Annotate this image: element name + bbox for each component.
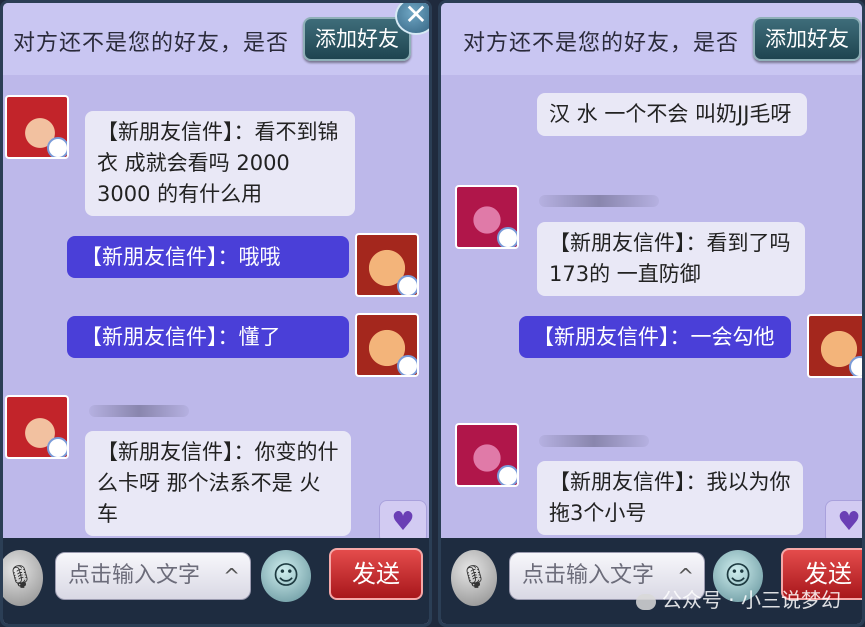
chat-header: 对方还不是您的好友，是否 添加好友 — [441, 3, 862, 75]
incoming-message: 汉 水 一个不会 叫奶JJ毛呀 — [537, 93, 807, 136]
input-placeholder: 点击输入文字 — [68, 563, 201, 588]
watermark: 公众号 · 小三说梦幻 — [635, 584, 841, 613]
avatar-badge-icon — [397, 355, 417, 375]
add-friend-button[interactable]: 添加好友 — [753, 17, 861, 61]
blurred-sender-name — [539, 195, 659, 207]
incoming-message: 【新朋友信件】：看不到锦衣 成就会看吗 2000 3000 的有什么用 — [85, 111, 355, 216]
sender-avatar[interactable] — [455, 185, 519, 249]
avatar-badge-icon — [849, 356, 862, 376]
avatar-badge-icon — [397, 275, 417, 295]
emoji-icon[interactable]: ☺ — [261, 550, 311, 602]
sender-avatar[interactable] — [455, 423, 519, 487]
chevron-up-icon[interactable]: ^ — [223, 553, 240, 599]
microphone-icon[interactable]: 🎙 — [3, 550, 43, 606]
close-icon[interactable]: ✕ — [395, 3, 429, 35]
chat-panel-left: 对方还不是您的好友，是否 添加好友 【新朋友信件】：看不到锦衣 成就会看吗 20… — [0, 0, 432, 627]
blurred-sender-name — [89, 405, 189, 417]
outgoing-message: 【新朋友信件】：哦哦 — [67, 236, 349, 278]
not-friend-notice: 对方还不是您的好友，是否 — [13, 31, 290, 56]
microphone-icon[interactable]: 🎙 — [451, 550, 497, 606]
blurred-sender-name — [539, 435, 649, 447]
watermark-text: 公众号 · 小三说梦幻 — [661, 588, 841, 612]
not-friend-notice: 对方还不是您的好友，是否 — [463, 31, 740, 56]
avatar-badge-icon — [497, 465, 517, 485]
my-avatar[interactable] — [355, 233, 419, 297]
my-avatar[interactable] — [807, 314, 862, 378]
input-bar: 🎙 点击输入文字 ^ ☺ 发送 — [3, 538, 429, 624]
sender-avatar[interactable] — [5, 95, 69, 159]
incoming-message: 【新朋友信件】：看到了吗 173的 一直防御 — [537, 222, 805, 296]
wechat-icon — [635, 593, 656, 610]
my-avatar[interactable] — [355, 313, 419, 377]
input-placeholder: 点击输入文字 — [522, 563, 655, 588]
avatar-badge-icon — [47, 437, 67, 457]
incoming-message: 【新朋友信件】：你变的什么卡呀 那个法系不是 火车 — [85, 431, 351, 536]
chat-header: 对方还不是您的好友，是否 添加好友 — [3, 3, 429, 75]
avatar-badge-icon — [47, 137, 67, 157]
send-button[interactable]: 发送 — [329, 548, 423, 600]
outgoing-message: 【新朋友信件】：一会勾他 — [519, 316, 791, 358]
incoming-message: 【新朋友信件】：我以为你拖3个小号 — [537, 461, 803, 535]
outgoing-message: 【新朋友信件】：懂了 — [67, 316, 349, 358]
message-input[interactable]: 点击输入文字 ^ — [55, 552, 251, 600]
avatar-badge-icon — [497, 227, 517, 247]
sender-avatar[interactable] — [5, 395, 69, 459]
add-friend-button[interactable]: 添加好友 — [303, 17, 411, 61]
chat-panel-right: 对方还不是您的好友，是否 添加好友 汉 水 一个不会 叫奶JJ毛呀 【新朋友信件… — [438, 0, 865, 627]
